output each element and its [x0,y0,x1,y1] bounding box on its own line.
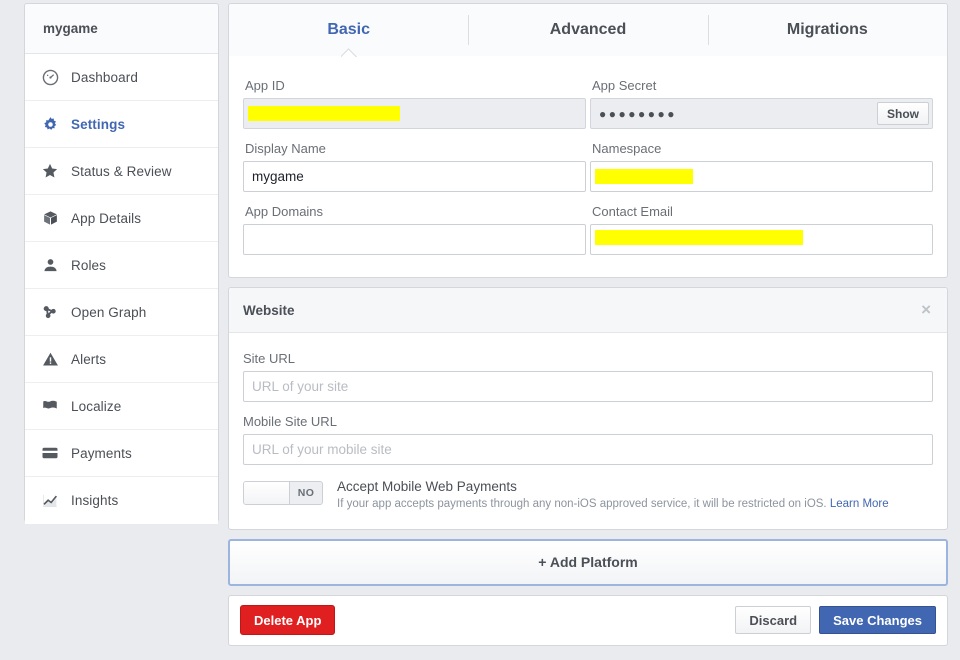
app-domains-label: App Domains [245,204,324,219]
gear-icon [39,113,61,135]
toggle-knob [244,482,290,504]
warning-icon [39,348,61,370]
sidebar-item-localize[interactable]: Localize [25,383,218,430]
sidebar-app-title: mygame [25,4,218,54]
app-id-input[interactable] [243,98,586,129]
contact-email-input[interactable] [590,224,933,255]
website-panel-body: Site URL URL of your site Mobile Site UR… [229,333,947,529]
namespace-input[interactable] [590,161,933,192]
sidebar-item-label: Open Graph [71,304,147,320]
star-icon [39,160,61,182]
cube-icon [39,207,61,229]
tab-advanced[interactable]: Advanced [468,4,707,56]
chart-line-icon [39,490,61,512]
add-platform-button[interactable]: + Add Platform [228,538,948,586]
sidebar-item-label: Payments [71,445,132,461]
accept-mobile-web-payments-toggle[interactable]: NO [243,481,323,505]
site-url-label: Site URL [243,351,296,366]
mobile-site-url-placeholder: URL of your mobile site [252,442,392,457]
toggle-description: If your app accepts payments through any… [337,497,889,513]
field-app-id: App ID [243,70,586,129]
main-content: Basic Advanced Migrations App ID Display… [228,3,948,660]
sidebar-item-open-graph[interactable]: Open Graph [25,289,218,336]
field-mobile-site-url: Mobile Site URL URL of your mobile site [243,406,933,465]
tab-label: Basic [327,21,371,38]
show-app-secret-button[interactable]: Show [877,102,929,125]
credit-card-icon [39,442,61,464]
app-secret-input[interactable]: ●●●●●●●● Show [590,98,933,129]
contact-email-redaction [595,230,803,245]
field-site-url: Site URL URL of your site [243,343,933,402]
sidebar-item-label: Roles [71,257,107,273]
sidebar-item-payments[interactable]: Payments [25,430,218,477]
close-icon[interactable]: × [919,299,933,322]
sidebar-item-label: Insights [71,493,119,508]
namespace-redaction [595,169,693,184]
app-id-label: App ID [245,78,285,93]
footer-actions: Delete App Discard Save Changes [228,594,948,646]
gauge-icon [39,66,61,88]
delete-app-button[interactable]: Delete App [240,605,336,636]
app-settings-page: mygame Dashboard Settings Status & Revie… [0,0,960,660]
graph-icon [39,301,61,323]
sidebar-item-app-details[interactable]: App Details [25,195,218,242]
sidebar: mygame Dashboard Settings Status & Revie… [24,3,219,524]
app-id-redaction [248,106,400,121]
app-domains-input[interactable] [243,224,586,255]
toggle-description-text: If your app accepts payments through any… [337,498,827,510]
save-changes-button[interactable]: Save Changes [819,606,936,635]
field-app-domains: App Domains [243,196,586,255]
site-url-placeholder: URL of your site [252,379,349,394]
tab-migrations[interactable]: Migrations [707,4,947,56]
display-name-label: Display Name [245,141,326,156]
sidebar-item-settings[interactable]: Settings [25,101,218,148]
field-namespace: Namespace [590,133,933,192]
sidebar-item-label: App Details [71,210,142,226]
app-secret-label: App Secret [592,78,657,93]
mobile-site-url-input[interactable]: URL of your mobile site [243,434,933,465]
field-contact-email: Contact Email [590,196,933,255]
basic-form: App ID Display Name mygame App Domains A… [229,56,947,277]
flag-icon [39,395,61,417]
sidebar-item-label: Alerts [71,351,107,367]
display-name-input[interactable]: mygame [243,161,586,192]
settings-tabs: Basic Advanced Migrations [229,4,947,56]
namespace-label: Namespace [592,141,662,156]
toggle-text-block: Accept Mobile Web Payments If your app a… [337,479,889,513]
mobile-web-payments-row: NO Accept Mobile Web Payments If your ap… [243,479,933,513]
app-secret-value: ●●●●●●●● [599,106,677,121]
sidebar-item-roles[interactable]: Roles [25,242,218,289]
sidebar-item-label: Dashboard [71,69,138,85]
display-name-value: mygame [252,168,304,184]
tab-label: Advanced [549,21,627,38]
sidebar-item-alerts[interactable]: Alerts [25,336,218,383]
sidebar-item-label: Settings [71,116,126,132]
sidebar-item-dashboard[interactable]: Dashboard [25,54,218,101]
toggle-title: Accept Mobile Web Payments [337,479,517,494]
learn-more-link[interactable]: Learn More [830,498,889,510]
add-platform-label: + Add Platform [538,554,638,571]
website-panel-title: Website [243,302,295,318]
tab-label: Migrations [786,21,868,38]
sidebar-item-label: Localize [71,398,122,414]
site-url-input[interactable]: URL of your site [243,371,933,402]
mobile-site-url-label: Mobile Site URL [243,414,337,429]
active-tab-caret-icon [341,48,357,57]
discard-button[interactable]: Discard [735,606,812,635]
sidebar-item-label: Status & Review [71,163,172,179]
field-display-name: Display Name mygame [243,133,586,192]
website-panel: Website × Site URL URL of your site Mobi… [228,287,948,530]
sidebar-item-insights[interactable]: Insights [25,477,218,524]
person-icon [39,254,61,276]
field-app-secret: App Secret ●●●●●●●● Show [590,70,933,129]
toggle-state-label: NO [297,487,315,499]
tab-basic[interactable]: Basic [229,4,468,56]
website-panel-header: Website × [229,288,947,333]
sidebar-item-status-review[interactable]: Status & Review [25,148,218,195]
basic-settings-card: Basic Advanced Migrations App ID Display… [228,3,948,278]
contact-email-label: Contact Email [592,204,673,219]
